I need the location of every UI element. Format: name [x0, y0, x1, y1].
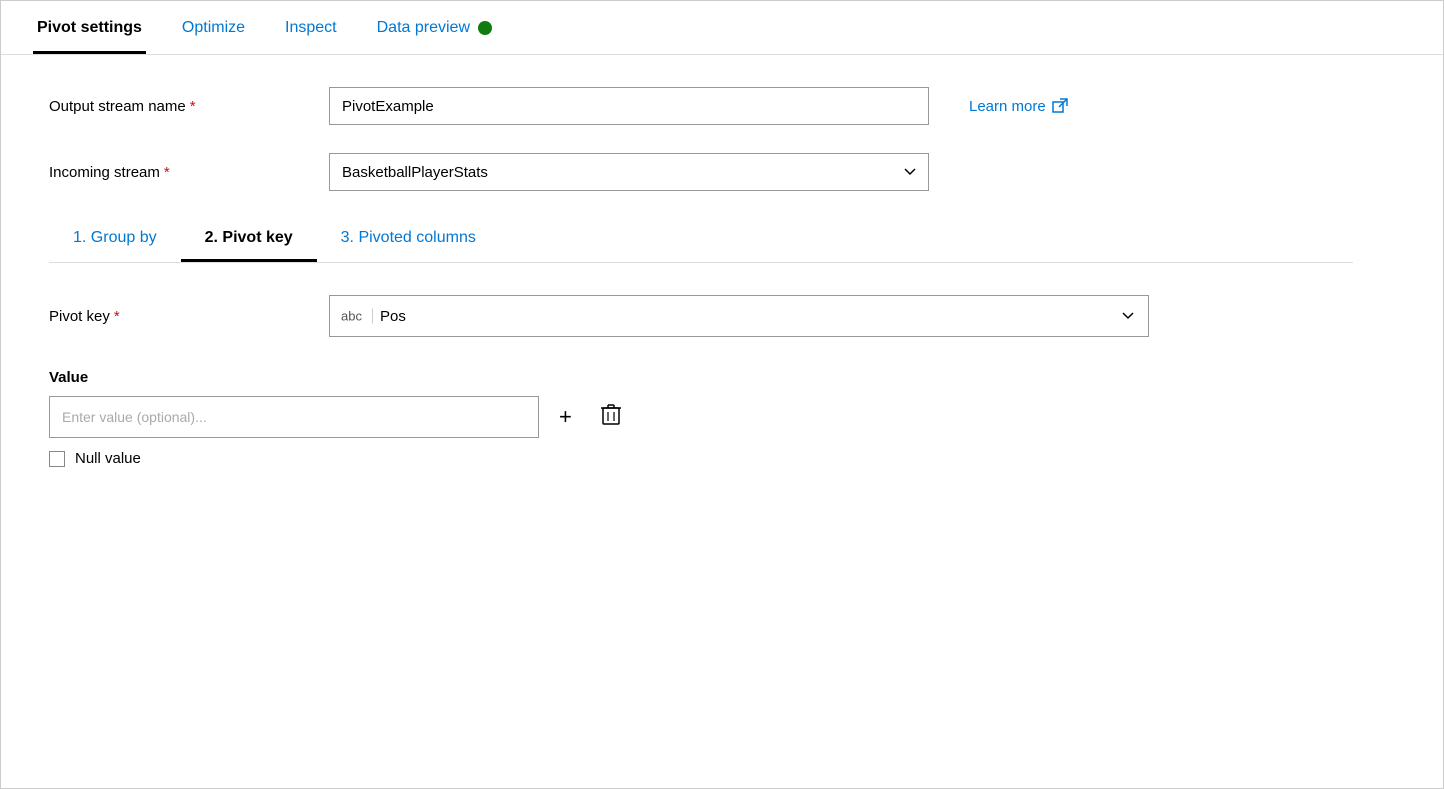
tab-inspect[interactable]: Inspect	[281, 1, 341, 54]
incoming-stream-label: Incoming stream *	[49, 164, 329, 181]
null-value-label: Null value	[75, 450, 141, 467]
value-label: Value	[49, 369, 1353, 386]
pivot-settings-panel: Pivot settings Optimize Inspect Data pre…	[0, 0, 1444, 789]
subtab-bar: 1. Group by 2. Pivot key 3. Pivoted colu…	[49, 219, 1353, 263]
main-content: Output stream name * Learn more Incoming…	[1, 55, 1401, 499]
subtab-pivot-key[interactable]: 2. Pivot key	[181, 219, 317, 262]
learn-more-link[interactable]: Learn more	[969, 98, 1068, 115]
null-value-checkbox[interactable]	[49, 451, 65, 467]
value-input[interactable]	[49, 396, 539, 438]
value-section: Value +	[49, 369, 1353, 467]
pivot-key-row: Pivot key * abc Pos	[49, 295, 1353, 337]
pivot-key-select-wrapper: abc Pos	[329, 295, 1149, 337]
add-value-button[interactable]: +	[551, 402, 580, 432]
subtab-pivoted-columns[interactable]: 3. Pivoted columns	[317, 219, 500, 262]
incoming-stream-select[interactable]: BasketballPlayerStats	[329, 153, 929, 191]
null-value-row: Null value	[49, 450, 1353, 467]
subtab-group-by[interactable]: 1. Group by	[49, 219, 181, 262]
data-preview-status-dot	[478, 21, 492, 35]
pivot-key-label: Pivot key *	[49, 308, 329, 325]
tab-data-preview[interactable]: Data preview	[373, 1, 496, 54]
tab-optimize[interactable]: Optimize	[178, 1, 249, 54]
pivot-key-select[interactable]: Pos	[329, 295, 1149, 337]
output-stream-input[interactable]	[329, 87, 929, 125]
tab-bar: Pivot settings Optimize Inspect Data pre…	[1, 1, 1443, 55]
tab-pivot-settings[interactable]: Pivot settings	[33, 1, 146, 54]
output-stream-label: Output stream name *	[49, 98, 329, 115]
external-link-icon	[1052, 98, 1068, 114]
output-stream-row: Output stream name * Learn more	[49, 87, 1353, 125]
value-input-row: +	[49, 396, 1353, 438]
incoming-stream-row: Incoming stream * BasketballPlayerStats	[49, 153, 1353, 191]
delete-value-button[interactable]	[592, 399, 630, 435]
trash-icon	[600, 403, 622, 427]
